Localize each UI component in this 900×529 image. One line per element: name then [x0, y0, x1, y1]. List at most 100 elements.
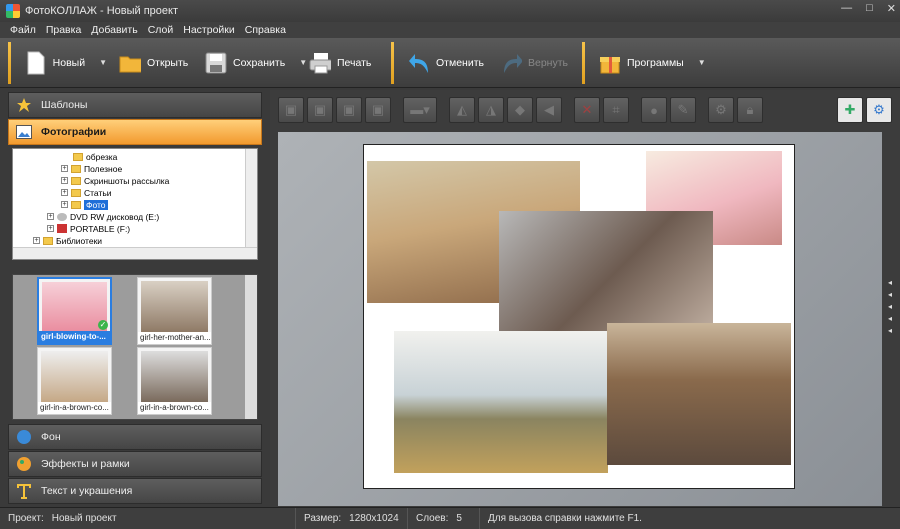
expand-icon[interactable]: +: [47, 225, 54, 232]
flip-vertical-icon[interactable]: ◀: [536, 97, 562, 123]
expand-icon[interactable]: +: [61, 201, 68, 208]
status-size: Размер: 1280x1024: [296, 508, 408, 529]
menu-add[interactable]: Добавить: [87, 24, 143, 36]
thumbnail-image: [141, 281, 208, 332]
lock-icon[interactable]: 🔒︎: [737, 97, 763, 123]
status-hint: Для вызова справки нажмите F1.: [488, 513, 642, 524]
folder-icon: [73, 152, 83, 161]
chevron-left-icon[interactable]: ◂: [888, 290, 892, 299]
templates-label: Шаблоны: [41, 99, 88, 111]
rotate-left-icon[interactable]: ◭: [449, 97, 475, 123]
collage-photo[interactable]: [394, 331, 608, 473]
menu-edit[interactable]: Правка: [42, 24, 87, 36]
tree-item-selected[interactable]: + Фото: [61, 199, 108, 210]
redo-arrow-icon: [500, 50, 522, 76]
tree-item[interactable]: обрезка: [73, 151, 117, 162]
chevron-left-icon[interactable]: ◂: [888, 278, 892, 287]
folder-icon: [71, 176, 81, 185]
effects-label: Эффекты и рамки: [41, 458, 130, 470]
thumbnail-item[interactable]: girl-in-a-brown-co...: [37, 347, 112, 415]
printer-icon: [309, 50, 331, 76]
text-t-icon: [15, 482, 33, 500]
photos-section[interactable]: Фотографии: [8, 119, 262, 145]
chevron-down-icon[interactable]: ▼: [698, 58, 706, 67]
thumbnail-item[interactable]: ✓ girl-blowing-to-...: [37, 277, 112, 345]
folder-icon: [71, 164, 81, 173]
send-backward-icon[interactable]: ▣: [336, 97, 362, 123]
add-page-icon[interactable]: ✚: [837, 97, 863, 123]
text-section[interactable]: Текст и украшения: [8, 478, 262, 504]
tree-horizontal-scrollbar[interactable]: [13, 247, 257, 259]
menu-bar: Файл Правка Добавить Слой Настройки Спра…: [0, 22, 900, 38]
close-icon[interactable]: ✕: [887, 2, 896, 15]
flip-horizontal-icon[interactable]: ◆: [507, 97, 533, 123]
tree-item[interactable]: + PORTABLE (F:): [47, 223, 130, 234]
chevron-left-icon[interactable]: ◂: [888, 326, 892, 335]
tree-item[interactable]: + Статьи: [61, 187, 112, 198]
brush-icon[interactable]: ✎: [670, 97, 696, 123]
effects-section[interactable]: Эффекты и рамки: [8, 451, 262, 477]
folder-icon: [71, 200, 81, 209]
new-button[interactable]: Новый ▼: [19, 43, 113, 83]
expand-icon[interactable]: +: [47, 213, 54, 220]
bring-forward-icon[interactable]: ▣: [307, 97, 333, 123]
expand-icon[interactable]: +: [61, 165, 68, 172]
title-bar: ФотоКОЛЛАЖ - Новый проект — □ ✕: [0, 0, 900, 22]
programs-button[interactable]: Программы ▼: [593, 43, 706, 83]
dvd-drive-icon: [57, 212, 67, 221]
folder-tree[interactable]: обрезка + Полезное + Скриншоты рассылка + С…: [12, 148, 258, 260]
print-button[interactable]: Печать: [303, 43, 383, 83]
undo-label: Отменить: [436, 56, 484, 69]
toolbar-divider: [391, 41, 394, 84]
thumbnails-scrollbar[interactable]: [245, 275, 257, 419]
tree-item[interactable]: + DVD RW дисковод (E:): [47, 211, 159, 222]
rotate-right-icon[interactable]: ◮: [478, 97, 504, 123]
tree-item[interactable]: + Полезное: [61, 163, 122, 174]
expand-icon[interactable]: +: [33, 237, 40, 244]
programs-label: Программы: [627, 56, 684, 69]
redo-button[interactable]: Вернуть: [494, 43, 574, 83]
tree-item[interactable]: + Библиотеки: [33, 235, 102, 246]
delete-icon[interactable]: ✕: [574, 97, 600, 123]
checkmark-icon: ✓: [98, 320, 108, 330]
open-button[interactable]: Открыть: [113, 43, 199, 83]
menu-file[interactable]: Файл: [6, 24, 42, 36]
chevron-down-icon[interactable]: ▼: [99, 58, 107, 67]
crop-icon[interactable]: ⌗: [603, 97, 629, 123]
chevron-left-icon[interactable]: ◂: [888, 314, 892, 323]
send-back-icon[interactable]: ▣: [365, 97, 391, 123]
new-document-icon: [25, 50, 47, 76]
library-icon: [43, 236, 53, 245]
thumbnail-item[interactable]: girl-in-a-brown-co...: [137, 347, 212, 415]
thumbnail-image: [141, 351, 208, 402]
collage-page[interactable]: [363, 144, 795, 489]
chevron-left-icon[interactable]: ◂: [888, 302, 892, 311]
undo-button[interactable]: Отменить: [402, 43, 494, 83]
tree-item[interactable]: + Скриншоты рассылка: [61, 175, 169, 186]
menu-settings[interactable]: Настройки: [179, 24, 241, 36]
minimize-icon[interactable]: —: [841, 2, 852, 15]
folder-icon: [119, 50, 141, 76]
side-panel-arrows[interactable]: ◂ ◂ ◂ ◂ ◂: [888, 278, 892, 335]
maximize-icon[interactable]: □: [866, 2, 873, 15]
status-bar: Проект: Новый проект Размер: 1280x1024 С…: [0, 507, 900, 529]
collage-photo[interactable]: [607, 323, 791, 465]
menu-help[interactable]: Справка: [241, 24, 292, 36]
globe-icon: [15, 428, 33, 446]
thumbnail-item[interactable]: girl-her-mother-an...: [137, 277, 212, 345]
expand-icon[interactable]: +: [61, 177, 68, 184]
effects-icon[interactable]: ●: [641, 97, 667, 123]
bring-front-icon[interactable]: ▣: [278, 97, 304, 123]
folder-icon: [71, 188, 81, 197]
save-button[interactable]: Сохранить ▼: [199, 43, 307, 83]
templates-section[interactable]: Шаблоны: [8, 92, 262, 118]
left-panel: Шаблоны Фотографии обрезка + Полезное + Ск…: [8, 90, 262, 508]
expand-icon[interactable]: +: [61, 189, 68, 196]
photo-thumbnails: ✓ girl-blowing-to-... girl-her-mother-an…: [12, 274, 258, 420]
page-settings-icon[interactable]: ⚙: [866, 97, 892, 123]
background-section[interactable]: Фон: [8, 424, 262, 450]
settings-gear-icon[interactable]: ⚙: [708, 97, 734, 123]
align-icon[interactable]: ▬▾: [403, 97, 437, 123]
menu-layer[interactable]: Слой: [144, 24, 180, 36]
tree-vertical-scrollbar[interactable]: [245, 149, 257, 259]
